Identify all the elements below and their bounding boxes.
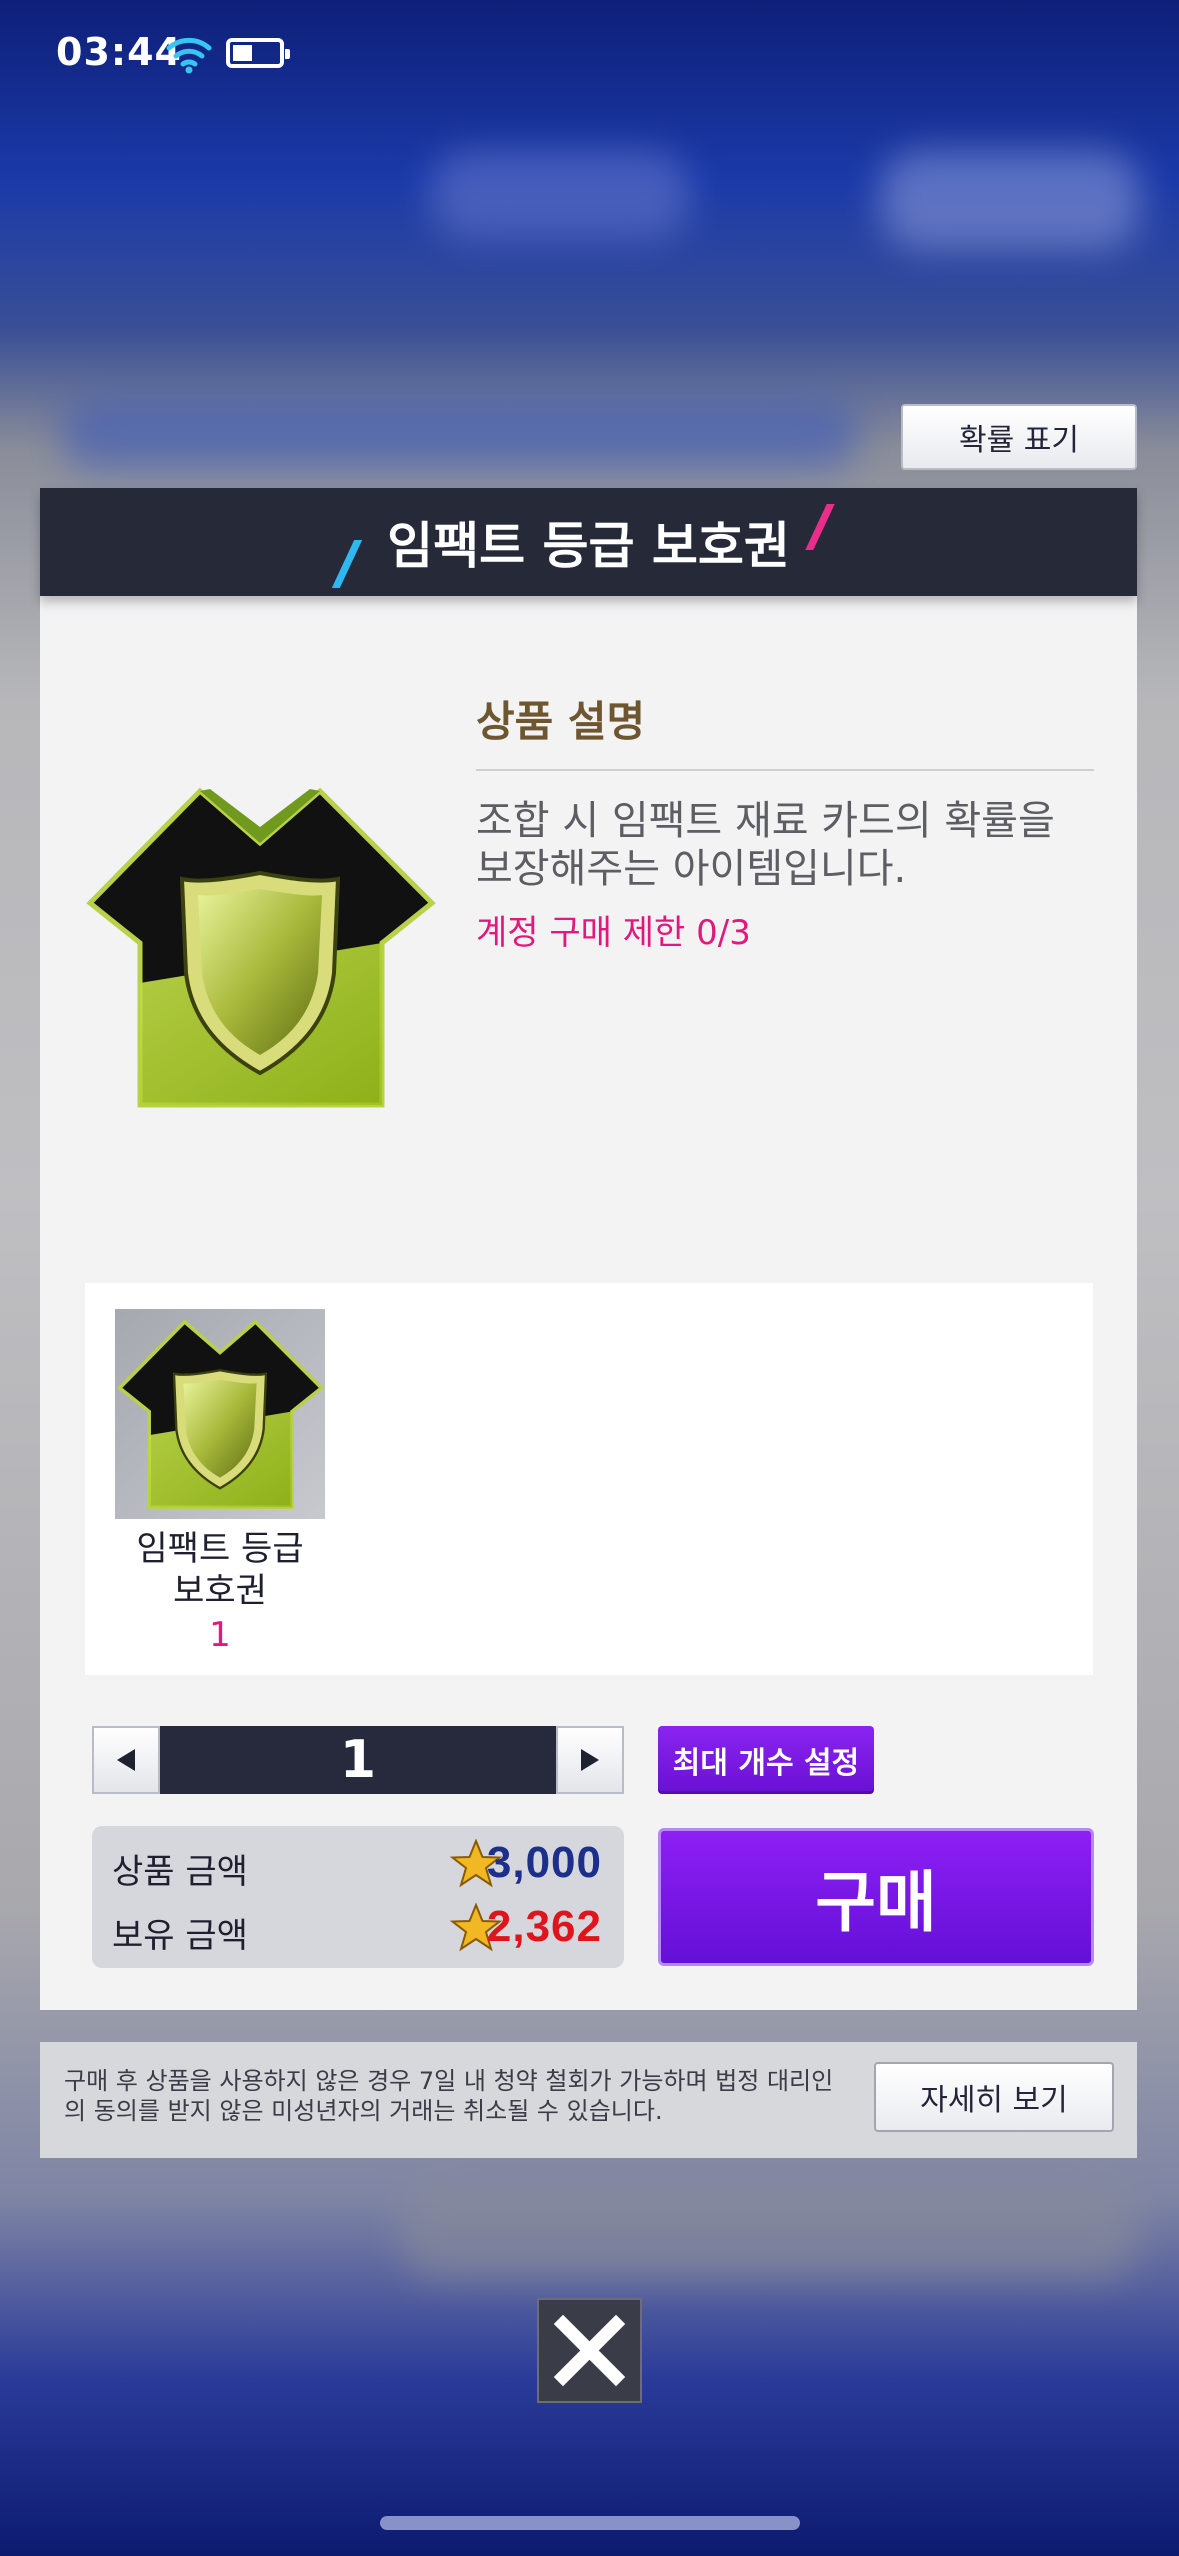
shirt-icon <box>117 1319 325 1509</box>
close-icon <box>553 2314 626 2387</box>
item-quantity: 1 <box>209 1615 231 1655</box>
decrease-button[interactable] <box>92 1726 160 1794</box>
probability-display-button[interactable]: 확률 표기 <box>901 404 1137 470</box>
modal-header: 임팩트 등급 보호권 <box>40 488 1137 596</box>
description-section: 상품 설명 조합 시 임팩트 재료 카드의 확률을 보장해주는 아이템입니다. … <box>476 688 1094 954</box>
product-image <box>86 787 436 1108</box>
product-price-label: 상품 금액 <box>112 1852 248 1892</box>
background-blur-panel <box>60 400 860 470</box>
owned-price-value: 2,362 <box>486 1902 602 1951</box>
triangle-left-icon <box>117 1749 135 1771</box>
background-blur-panel <box>880 150 1140 250</box>
item-thumbnail <box>115 1309 325 1519</box>
owned-price-label: 보유 금액 <box>112 1916 248 1956</box>
purchase-limit-text: 계정 구매 제한 0/3 <box>476 913 751 953</box>
status-bar: 03:44 <box>0 0 1179 110</box>
modal-title: 임팩트 등급 보호권 <box>387 517 790 575</box>
product-price-value: 3,000 <box>486 1838 602 1887</box>
triangle-right-icon <box>581 1749 599 1771</box>
quantity-value[interactable]: 1 <box>160 1726 556 1794</box>
increase-button[interactable] <box>556 1726 624 1794</box>
battery-icon <box>226 38 290 68</box>
buy-button[interactable]: 구매 <box>658 1828 1094 1966</box>
description-title: 상품 설명 <box>476 688 1094 771</box>
background-blur-panel <box>400 2180 1140 2280</box>
included-items-box: 임팩트 등급 보호권 1 <box>85 1283 1093 1675</box>
description-text: 조합 시 임팩트 재료 카드의 확률을 보장해주는 아이템입니다. <box>476 798 1055 892</box>
product-price-row: 상품 금액 3,000 <box>112 1836 602 1892</box>
background-blur-panel <box>430 150 690 240</box>
status-time: 03:44 <box>56 30 182 74</box>
refund-notice: 구매 후 상품을 사용하지 않은 경우 7일 내 청약 철회가 가능하며 법정 … <box>40 2042 1137 2158</box>
wifi-icon <box>166 37 212 74</box>
quantity-stepper: 1 <box>92 1726 624 1794</box>
notice-text: 구매 후 상품을 사용하지 않은 경우 7일 내 청약 철회가 가능하며 법정 … <box>64 2067 834 2125</box>
close-button[interactable] <box>537 2298 642 2403</box>
detail-button[interactable]: 자세히 보기 <box>874 2062 1114 2132</box>
list-item[interactable]: 임팩트 등급 보호권 1 <box>85 1283 355 1675</box>
item-name: 임팩트 등급 보호권 <box>136 1529 304 1611</box>
price-box: 상품 금액 3,000 보유 금액 2,362 <box>92 1826 624 1968</box>
owned-price-row: 보유 금액 2,362 <box>112 1900 602 1956</box>
home-indicator[interactable] <box>380 2516 800 2530</box>
max-quantity-button[interactable]: 최대 개수 설정 <box>658 1726 874 1794</box>
